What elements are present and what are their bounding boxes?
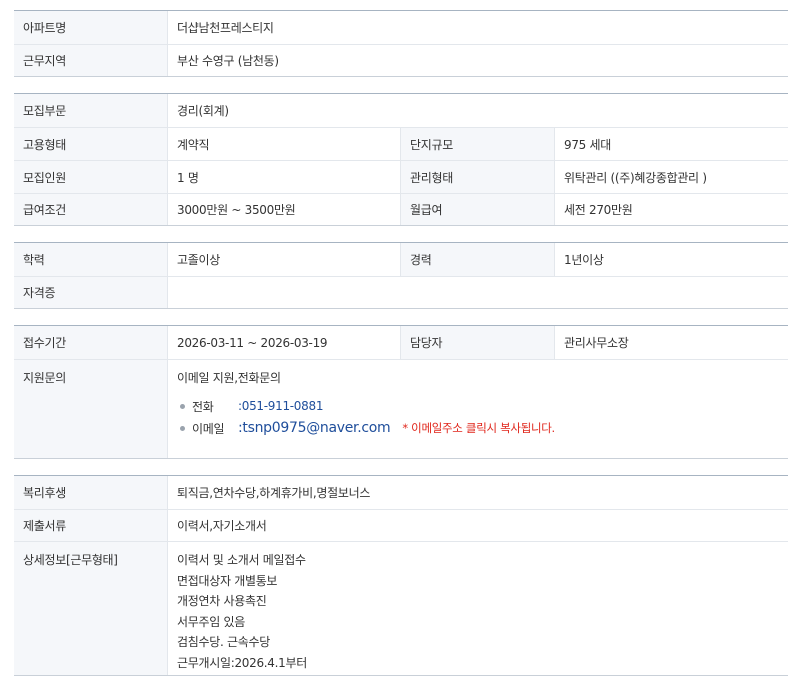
extra-info-table: 복리후생 퇴직금,연차수당,하계휴가비,명절보너스 제출서류 이력서,자기소개서… <box>14 475 788 676</box>
phone-item: 전화 :051-911-0881 <box>177 395 788 417</box>
details-label: 상세정보[근무형태] <box>14 542 168 675</box>
period-value: 2026-03-11 ~ 2026-03-19 <box>177 335 328 350</box>
education-label: 학력 <box>14 243 168 276</box>
field-value: 경리(회계) <box>177 104 229 118</box>
field-row: 모집부문 경리(회계) <box>14 94 788 127</box>
contact-list: 전화 :051-911-0881 이메일 :tsnp0975@naver.com… <box>177 395 788 439</box>
headcount-label: 모집인원 <box>14 161 168 193</box>
details-line: 개정연차 사용촉진 <box>177 594 267 608</box>
field-label: 모집부문 <box>14 94 168 127</box>
documents-value: 이력서,자기소개서 <box>177 519 267 533</box>
inquiry-content: 이메일 지원,전화문의 전화 :051-911-0881 이메일 :tsnp09… <box>168 360 788 458</box>
apartment-row: 아파트명 더샵남천프레스티지 <box>14 11 788 44</box>
qualification-table: 학력 고졸이상 경력 1년이상 자격증 <box>14 242 788 309</box>
license-row: 자격증 <box>14 276 788 308</box>
management-value: 위탁관리 ((주)혜강종합관리 ) <box>564 170 707 185</box>
management-label: 관리형태 <box>400 161 555 193</box>
email-label: 이메일 <box>192 421 225 436</box>
benefits-label: 복리후생 <box>14 476 168 509</box>
inquiry-row: 지원문의 이메일 지원,전화문의 전화 :051-911-0881 이메일 :t… <box>14 359 788 458</box>
details-line: 검침수당. 근속수당 <box>177 635 270 649</box>
experience-value: 1년이상 <box>564 253 604 267</box>
salary-value: 3000만원 ~ 3500만원 <box>177 203 296 217</box>
license-label: 자격증 <box>14 277 168 308</box>
apartment-value: 더샵남천프레스티지 <box>177 21 274 35</box>
location-value: 부산 수영구 (남천동) <box>177 54 279 68</box>
headcount-value: 1 명 <box>177 170 199 185</box>
details-line: 서무주임 있음 <box>177 614 245 629</box>
basic-info-table: 아파트명 더샵남천프레스티지 근무지역 부산 수영구 (남천동) <box>14 10 788 77</box>
manager-value: 관리사무소장 <box>564 336 629 350</box>
benefits-value: 퇴직금,연차수당,하계휴가비,명절보너스 <box>177 486 371 500</box>
phone-value[interactable]: :051-911-0881 <box>238 399 323 413</box>
inquiry-methods: 이메일 지원,전화문의 <box>177 371 281 385</box>
salary-label: 급여조건 <box>14 194 168 225</box>
license-value <box>168 277 788 308</box>
period-label: 접수기간 <box>14 326 168 359</box>
experience-label: 경력 <box>400 243 555 276</box>
details-content: 이력서 및 소개서 메일접수 면접대상자 개별통보 개정연차 사용촉진 서무주임… <box>168 542 788 675</box>
bullet-icon <box>180 425 185 431</box>
inquiry-label: 지원문의 <box>14 360 168 458</box>
email-copy-note: * 이메일주소 클릭시 복사됩니다. <box>402 421 555 435</box>
details-line: 근무개시일:2026.4.1부터 <box>177 655 307 670</box>
education-value: 고졸이상 <box>177 253 220 267</box>
benefits-row: 복리후생 퇴직금,연차수당,하계휴가비,명절보너스 <box>14 476 788 509</box>
monthly-label: 월급여 <box>400 194 555 225</box>
education-row: 학력 고졸이상 경력 1년이상 <box>14 243 788 276</box>
details-line: 면접대상자 개별통보 <box>177 573 278 588</box>
details-line: 이력서 및 소개서 메일접수 <box>177 553 306 567</box>
manager-label: 담당자 <box>400 326 555 359</box>
email-item: 이메일 :tsnp0975@naver.com * 이메일주소 클릭시 복사됩니… <box>177 417 788 439</box>
monthly-value: 세전 270만원 <box>564 203 633 217</box>
documents-row: 제출서류 이력서,자기소개서 <box>14 509 788 541</box>
employment-row: 고용형태 계약직 단지규모 975 세대 <box>14 127 788 160</box>
application-table: 접수기간 2026-03-11 ~ 2026-03-19 담당자 관리사무소장 … <box>14 325 788 459</box>
email-link[interactable]: :tsnp0975@naver.com <box>238 420 391 436</box>
period-row: 접수기간 2026-03-11 ~ 2026-03-19 담당자 관리사무소장 <box>14 326 788 359</box>
location-label: 근무지역 <box>14 45 168 76</box>
complex-size-label: 단지규모 <box>400 128 555 160</box>
employment-label: 고용형태 <box>14 128 168 160</box>
employment-value: 계약직 <box>177 137 210 152</box>
location-row: 근무지역 부산 수영구 (남천동) <box>14 44 788 76</box>
bullet-icon <box>180 403 185 409</box>
documents-label: 제출서류 <box>14 510 168 541</box>
recruit-info-table: 모집부문 경리(회계) 고용형태 계약직 단지규모 975 세대 모집인원 1 … <box>14 93 788 226</box>
phone-label: 전화 <box>192 399 214 414</box>
apartment-label: 아파트명 <box>14 11 168 44</box>
headcount-row: 모집인원 1 명 관리형태 위탁관리 ((주)혜강종합관리 ) <box>14 160 788 193</box>
details-row: 상세정보[근무형태] 이력서 및 소개서 메일접수 면접대상자 개별통보 개정연… <box>14 541 788 675</box>
complex-size-value: 975 세대 <box>564 137 611 152</box>
salary-row: 급여조건 3000만원 ~ 3500만원 월급여 세전 270만원 <box>14 193 788 225</box>
